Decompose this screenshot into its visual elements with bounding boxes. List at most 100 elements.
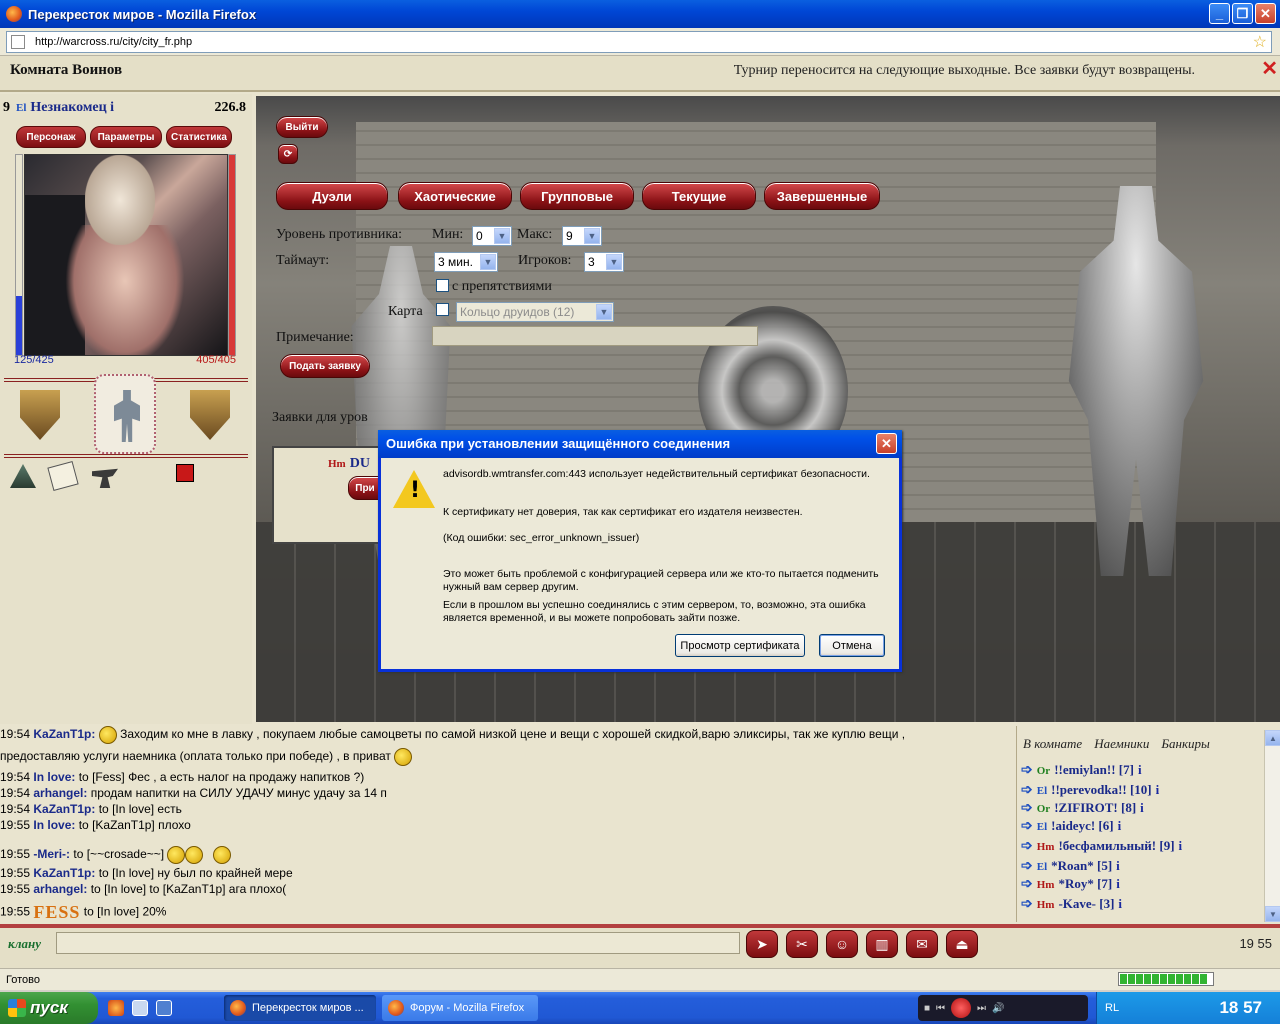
dialog-message-4: Если в прошлом вы успешно соединялись с …	[443, 599, 866, 624]
quicklaunch-desktop-icon[interactable]	[132, 1000, 148, 1016]
smiley-button-icon[interactable]: ☺	[826, 930, 858, 958]
firefox-icon	[230, 1000, 246, 1016]
url-text[interactable]: http://warcross.ru/city/city_fr.php	[35, 36, 1253, 48]
tab-current[interactable]: Текущие	[642, 182, 756, 210]
note-label: Примечание:	[276, 330, 354, 345]
user-list-item[interactable]: ➩ Or !!emiylan!! [7] i	[1021, 762, 1142, 779]
chat-nick[interactable]: arhangel:	[33, 882, 87, 896]
system-clock: 18 57	[1219, 998, 1262, 1017]
tab-statistics[interactable]: Статистика	[166, 126, 232, 148]
private-arrow-icon: ➩	[1021, 877, 1033, 892]
user-list-scrollbar[interactable]: ▲ ▼	[1264, 730, 1280, 922]
chat-line: 19:54 KaZanT1p: Заходим ко мне в лавку ,…	[0, 726, 905, 744]
tab-group[interactable]: Групповые	[520, 182, 634, 210]
chat-nick[interactable]: In love:	[33, 818, 75, 832]
view-certificate-button[interactable]: Просмотр сертификата	[675, 634, 805, 657]
prev-icon: ⏮	[936, 1002, 946, 1014]
accept-bid-button[interactable]: При	[348, 476, 382, 500]
taskbar-item-forum[interactable]: Форум - Mozilla Firefox	[382, 995, 538, 1021]
close-window-button[interactable]: ✕	[1255, 3, 1276, 24]
chat-nick[interactable]: In love:	[33, 770, 75, 784]
close-frame-icon[interactable]: ✕	[1261, 56, 1278, 81]
bid-player-name[interactable]: DU	[350, 456, 370, 471]
bookmark-star-icon[interactable]: ☆	[1253, 32, 1267, 52]
map-checkbox[interactable]	[436, 303, 449, 316]
taskbar-item-game[interactable]: Перекресток миров ...	[224, 995, 376, 1021]
chat-nick[interactable]: arhangel:	[33, 786, 87, 800]
language-indicator[interactable]: RL	[1105, 1002, 1119, 1014]
hp-bar	[15, 154, 23, 356]
tab-in-room[interactable]: В комнате	[1023, 736, 1082, 752]
players-label: Игроков:	[518, 253, 572, 268]
chat-nick[interactable]: -Meri-:	[33, 847, 70, 861]
chat-line: 19:54 KaZanT1p: to [In love] есть	[0, 802, 182, 816]
chat-line: предоставляю услуги наемника (оплата тол…	[0, 748, 413, 766]
exit-button[interactable]: Выйти	[276, 116, 328, 138]
stop-icon: ■	[924, 1002, 931, 1014]
chat-line: 19:54 arhangel: продам напитки на СИЛУ У…	[0, 786, 387, 800]
send-icon[interactable]: ➤	[746, 930, 778, 958]
ssl-error-dialog: Ошибка при установлении защищённого соед…	[378, 430, 902, 672]
user-list-item[interactable]: ➩ El !!perevodka!! [10] i	[1021, 782, 1159, 799]
scissors-icon[interactable]: ✂	[786, 930, 818, 958]
character-name[interactable]: 9 El Незнакомец i	[3, 100, 114, 116]
media-player-bar[interactable]: ■ ⏮ ⏭ 🔊	[918, 995, 1088, 1021]
tab-chaotic[interactable]: Хаотические	[398, 182, 512, 210]
user-list-item[interactable]: ➩ Hm !бесфамильный! [9] i	[1021, 838, 1182, 855]
chat-line: 19:55 -Meri-: to [~~crosade~~]	[0, 846, 232, 864]
timeout-select[interactable]: 3 мин. ▼	[434, 252, 498, 272]
anvil-icon[interactable]	[92, 468, 118, 488]
equipment-figure[interactable]	[94, 374, 156, 454]
chat-input[interactable]	[56, 932, 740, 954]
tab-finished[interactable]: Завершенные	[764, 182, 880, 210]
book-button-icon[interactable]: ▥	[866, 930, 898, 958]
exit-chat-icon[interactable]: ⏏	[946, 930, 978, 958]
user-list-item[interactable]: ➩ Hm -Kave- [3] i	[1021, 896, 1122, 913]
user-list-item[interactable]: ➩ Or !ZIFIROT! [8] i	[1021, 800, 1144, 817]
chat-line: 19:55 KaZanT1p: to [In love] ну был по к…	[0, 866, 293, 880]
minimize-button[interactable]: _	[1209, 3, 1230, 24]
mail-icon[interactable]: ✉	[906, 930, 938, 958]
submit-bid-button[interactable]: Подать заявку	[280, 354, 370, 378]
bid-player[interactable]: Hm DU	[328, 456, 370, 472]
fess-logo[interactable]: FESS	[33, 902, 80, 922]
left-shield-icon[interactable]	[20, 390, 60, 440]
players-select[interactable]: 3 ▼	[584, 252, 624, 272]
private-arrow-icon: ➩	[1021, 819, 1033, 834]
clan-channel-label[interactable]: клану	[8, 936, 41, 952]
play-icon	[951, 998, 972, 1018]
quicklaunch-app-icon[interactable]	[156, 1000, 172, 1016]
user-list-item[interactable]: ➩ El *Roan* [5] i	[1021, 858, 1120, 875]
note-input[interactable]	[432, 326, 758, 346]
tab-duels[interactable]: Дуэли	[276, 182, 388, 210]
chat-nick[interactable]: KaZanT1p:	[33, 866, 95, 880]
tab-bankers[interactable]: Банкиры	[1161, 736, 1210, 752]
tab-mercenaries[interactable]: Наемники	[1094, 736, 1149, 752]
quicklaunch-firefox-icon[interactable]	[108, 1000, 124, 1016]
dialog-close-button[interactable]: ✕	[876, 433, 897, 454]
character-portrait	[24, 154, 228, 356]
book-icon[interactable]	[47, 461, 79, 491]
obstacles-checkbox[interactable]	[436, 279, 449, 292]
game-clock: 19 55	[1239, 936, 1272, 951]
url-bar[interactable]: http://warcross.ru/city/city_fr.php ☆	[6, 30, 1272, 53]
right-shield-icon[interactable]	[190, 390, 230, 440]
max-level-select[interactable]: 9 ▼	[562, 226, 602, 246]
dialog-message-1: advisordb.wmtransfer.com:443 использует …	[443, 468, 870, 480]
cancel-button[interactable]: Отмена	[819, 634, 885, 657]
map-select[interactable]: Кольцо друидов (12) ▼	[456, 302, 614, 322]
user-list-item[interactable]: ➩ El !aideyc! [6] i	[1021, 818, 1121, 835]
chat-nick[interactable]: KaZanT1p:	[33, 727, 95, 741]
start-button[interactable]: пуск	[0, 992, 98, 1024]
status-effect-icon[interactable]	[176, 464, 194, 482]
tent-icon[interactable]	[10, 464, 36, 488]
refresh-icon[interactable]: ⟳	[278, 144, 298, 164]
character-name-text[interactable]: Незнакомец	[30, 100, 106, 115]
chat-nick[interactable]: KaZanT1p:	[33, 802, 95, 816]
character-info-link[interactable]: i	[110, 100, 114, 115]
tab-parameters[interactable]: Параметры	[90, 126, 162, 148]
min-level-select[interactable]: 0 ▼	[472, 226, 512, 246]
maximize-button[interactable]: ❐	[1232, 3, 1253, 24]
tab-character[interactable]: Персонаж	[16, 126, 86, 148]
user-list-item[interactable]: ➩ Hm *Roy* [7] i	[1021, 876, 1120, 893]
